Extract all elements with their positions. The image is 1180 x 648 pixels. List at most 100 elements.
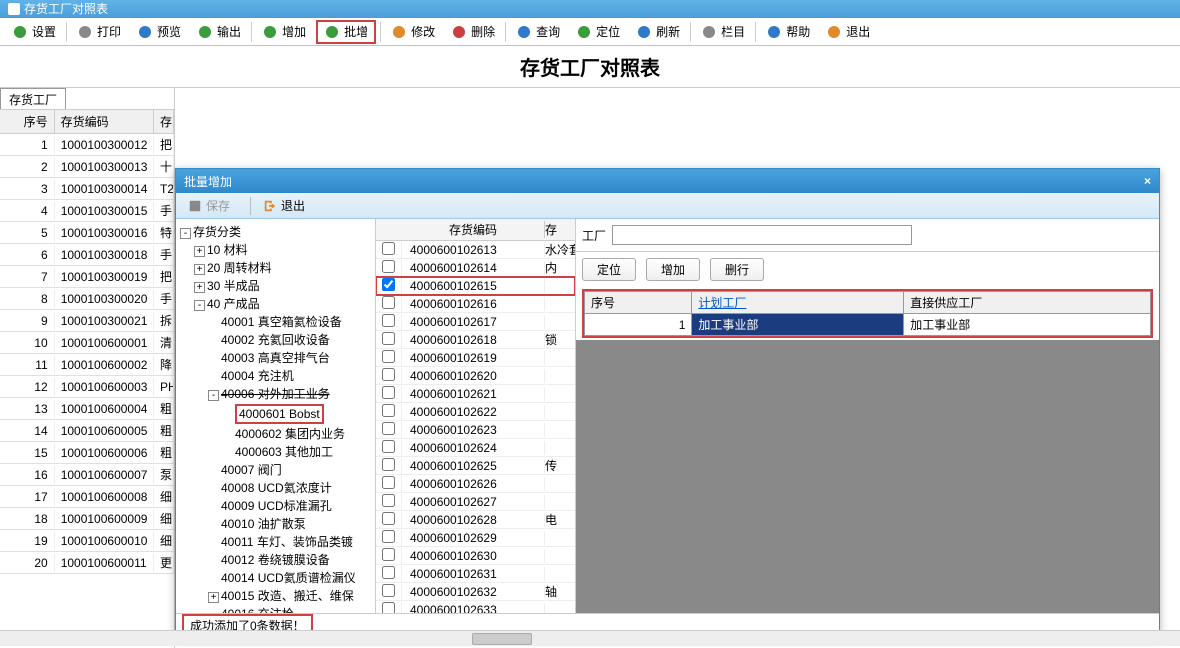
- table-row[interactable]: 151000100600006粗: [0, 442, 174, 464]
- collapse-icon[interactable]: -: [180, 228, 191, 239]
- collapse-icon[interactable]: -: [208, 390, 219, 401]
- tree-node[interactable]: +40015 改造、搬迁、维保: [180, 587, 371, 605]
- add-button[interactable]: 增加: [646, 258, 700, 281]
- list-item[interactable]: 4000600102622: [376, 403, 575, 421]
- table-row[interactable]: 101000100600001清: [0, 332, 174, 354]
- list-item[interactable]: 4000600102614内: [376, 259, 575, 277]
- tree-node[interactable]: 40007 阀门: [180, 461, 371, 479]
- tree-node[interactable]: 40011 车灯、装饰品类镀: [180, 533, 371, 551]
- tree-node[interactable]: 40003 高真空排气台: [180, 349, 371, 367]
- list-item[interactable]: 4000600102631: [376, 565, 575, 583]
- list-item[interactable]: 4000600102620: [376, 367, 575, 385]
- settings-button[interactable]: 设置: [6, 20, 62, 44]
- table-row[interactable]: 161000100600007泵: [0, 464, 174, 486]
- tree-node[interactable]: 4000601 Bobst: [180, 403, 371, 425]
- exit-button[interactable]: 退出: [820, 20, 876, 44]
- expand-icon[interactable]: +: [208, 592, 219, 603]
- item-checkbox[interactable]: [382, 476, 395, 489]
- table-row[interactable]: 1加工事业部加工事业部: [585, 314, 1151, 336]
- tree-node[interactable]: -40006 对外加工业务: [180, 385, 371, 403]
- expand-icon[interactable]: +: [194, 282, 205, 293]
- tree-node[interactable]: -40 产成品: [180, 295, 371, 313]
- table-row[interactable]: 171000100600008细: [0, 486, 174, 508]
- tree-node[interactable]: 40014 UCD氦质谱检漏仪: [180, 569, 371, 587]
- list-item[interactable]: 4000600102616: [376, 295, 575, 313]
- scrollbar-thumb[interactable]: [472, 633, 532, 645]
- tree-node[interactable]: 40008 UCD氦浓度计: [180, 479, 371, 497]
- list-item[interactable]: 4000600102628电: [376, 511, 575, 529]
- list-item[interactable]: 4000600102625传: [376, 457, 575, 475]
- tree-node[interactable]: 40009 UCD标准漏孔: [180, 497, 371, 515]
- tree-node[interactable]: +10 材料: [180, 241, 371, 259]
- delrow-button[interactable]: 删行: [710, 258, 764, 281]
- table-row[interactable]: 81000100300020手: [0, 288, 174, 310]
- expand-icon[interactable]: +: [194, 264, 205, 275]
- columns-button[interactable]: 栏目: [695, 20, 751, 44]
- horizontal-scrollbar[interactable]: [0, 630, 1180, 646]
- item-checkbox[interactable]: [382, 278, 395, 291]
- refresh-button[interactable]: 刷新: [630, 20, 686, 44]
- tree-node[interactable]: +20 周转材料: [180, 259, 371, 277]
- table-row[interactable]: 181000100600009细: [0, 508, 174, 530]
- tree-node[interactable]: 40001 真空箱氦检设备: [180, 313, 371, 331]
- item-checkbox[interactable]: [382, 548, 395, 561]
- batch-add-button[interactable]: 批增: [316, 20, 376, 44]
- print-button[interactable]: 打印: [71, 20, 127, 44]
- list-item[interactable]: 4000600102624: [376, 439, 575, 457]
- tree-node[interactable]: 4000603 其他加工: [180, 443, 371, 461]
- export-button[interactable]: 输出: [191, 20, 247, 44]
- list-item[interactable]: 4000600102617: [376, 313, 575, 331]
- list-item[interactable]: 4000600102629: [376, 529, 575, 547]
- category-tree[interactable]: -存货分类+10 材料+20 周转材料+30 半成品-40 产成品40001 真…: [176, 219, 376, 637]
- tree-node[interactable]: 40002 充氦回收设备: [180, 331, 371, 349]
- table-row[interactable]: 51000100300016特: [0, 222, 174, 244]
- item-checkbox[interactable]: [382, 350, 395, 363]
- tree-node[interactable]: 40010 油扩散泵: [180, 515, 371, 533]
- table-row[interactable]: 121000100600003PH: [0, 376, 174, 398]
- item-checkbox[interactable]: [382, 296, 395, 309]
- modal-save-button[interactable]: 保存: [182, 195, 236, 216]
- table-row[interactable]: 41000100300015手: [0, 200, 174, 222]
- list-item[interactable]: 4000600102621: [376, 385, 575, 403]
- modal-exit-button[interactable]: 退出: [257, 195, 311, 216]
- item-checkbox[interactable]: [382, 332, 395, 345]
- close-icon[interactable]: ×: [1144, 174, 1151, 188]
- table-row[interactable]: 131000100600004粗: [0, 398, 174, 420]
- item-checkbox[interactable]: [382, 242, 395, 255]
- item-list-body[interactable]: 4000600102613水冷套4000600102614内4000600102…: [376, 241, 575, 637]
- item-checkbox[interactable]: [382, 440, 395, 453]
- table-row[interactable]: 91000100300021拆: [0, 310, 174, 332]
- list-item[interactable]: 4000600102632轴: [376, 583, 575, 601]
- table-row[interactable]: 21000100300013十: [0, 156, 174, 178]
- table-row[interactable]: 61000100300018手: [0, 244, 174, 266]
- ft-header-plan[interactable]: 计划工厂: [692, 292, 904, 314]
- list-item[interactable]: 4000600102626: [376, 475, 575, 493]
- item-checkbox[interactable]: [382, 566, 395, 579]
- delete-button[interactable]: 删除: [445, 20, 501, 44]
- table-row[interactable]: 141000100600005粗: [0, 420, 174, 442]
- item-checkbox[interactable]: [382, 422, 395, 435]
- item-checkbox[interactable]: [382, 494, 395, 507]
- item-checkbox[interactable]: [382, 584, 395, 597]
- list-item[interactable]: 4000600102630: [376, 547, 575, 565]
- table-row[interactable]: 201000100600011更: [0, 552, 174, 574]
- list-item[interactable]: 4000600102619: [376, 349, 575, 367]
- item-checkbox[interactable]: [382, 386, 395, 399]
- item-checkbox[interactable]: [382, 368, 395, 381]
- table-row[interactable]: 191000100600010细: [0, 530, 174, 552]
- table-row[interactable]: 31000100300014T2: [0, 178, 174, 200]
- locate-button[interactable]: 定位: [582, 258, 636, 281]
- help-button[interactable]: 帮助: [760, 20, 816, 44]
- query-button[interactable]: 查询: [510, 20, 566, 44]
- tree-node[interactable]: 40004 充注机: [180, 367, 371, 385]
- factory-table[interactable]: 序号 计划工厂 直接供应工厂 1加工事业部加工事业部: [584, 291, 1151, 336]
- table-row[interactable]: 71000100300019把: [0, 266, 174, 288]
- tree-node[interactable]: 40012 卷绕镀膜设备: [180, 551, 371, 569]
- tree-root[interactable]: -存货分类: [180, 223, 371, 241]
- list-item[interactable]: 4000600102615: [376, 277, 575, 295]
- factory-input[interactable]: [612, 225, 912, 245]
- tree-node[interactable]: 4000602 集团内业务: [180, 425, 371, 443]
- add-button[interactable]: 增加: [256, 20, 312, 44]
- list-item[interactable]: 4000600102618锁: [376, 331, 575, 349]
- tree-node[interactable]: +30 半成品: [180, 277, 371, 295]
